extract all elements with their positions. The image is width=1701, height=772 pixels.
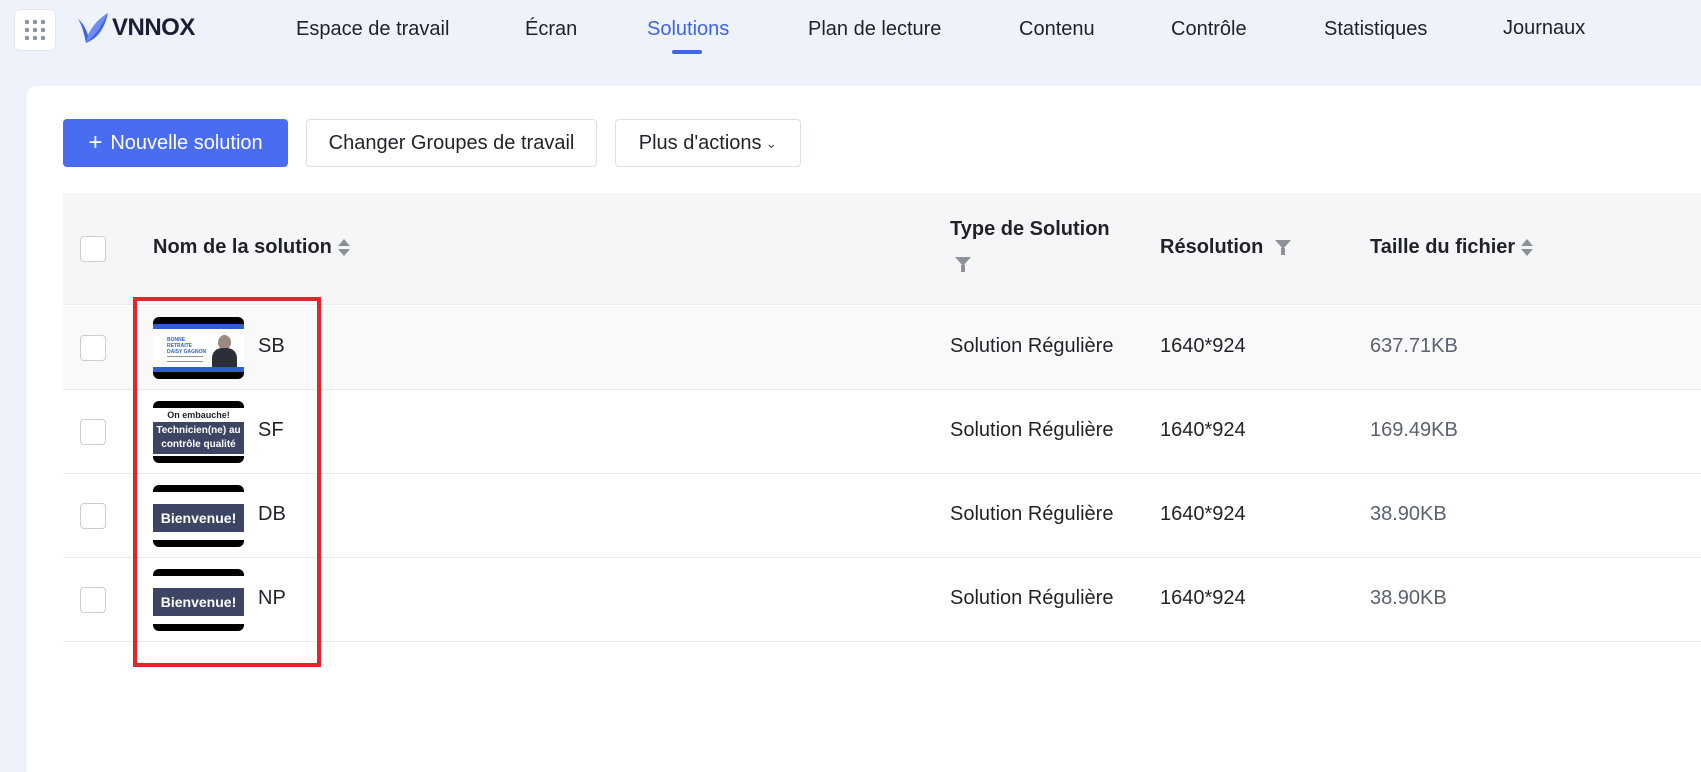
solution-resolution: 1640*924 (1160, 335, 1246, 357)
nav-solutions[interactable]: Solutions (647, 18, 729, 41)
solution-type: Solution Régulière (950, 587, 1114, 609)
column-header-name[interactable]: Nom de la solution (153, 236, 350, 259)
logo-text: VNNOX (112, 14, 195, 41)
chevron-down-icon: ⌄ (765, 134, 778, 151)
sort-icon[interactable] (337, 238, 350, 258)
nav-workspace[interactable]: Espace de travail (296, 18, 449, 41)
thumbnail-text: Bienvenue! (153, 504, 244, 532)
plus-icon: + (88, 129, 103, 156)
logo[interactable]: VNNOX (76, 10, 195, 46)
filter-icon[interactable] (1274, 239, 1291, 256)
person-photo-icon (211, 333, 237, 367)
solution-resolution: 1640*924 (1160, 587, 1246, 609)
solution-file-size: 38.90KB (1370, 587, 1447, 609)
solution-file-size: 637.71KB (1370, 335, 1458, 357)
solution-file-size: 38.90KB (1370, 503, 1447, 525)
solution-name[interactable]: DB (258, 503, 286, 526)
thumbnail-text: BONNE RETRAITE DAISY GAGNON (167, 337, 207, 355)
nav-content[interactable]: Contenu (1019, 18, 1095, 41)
table-row[interactable]: BONNE RETRAITE DAISY GAGNON SB Solution … (63, 306, 1701, 390)
nav-logs[interactable]: Journaux (1503, 17, 1585, 40)
solution-name[interactable]: SB (258, 335, 285, 358)
thumbnail-text: Technicien(ne) au contrôle qualité (153, 422, 244, 454)
table-header: Nom de la solution Type de Solution Réso… (63, 193, 1701, 305)
row-checkbox[interactable] (80, 503, 106, 529)
nav-statistics[interactable]: Statistiques (1324, 18, 1427, 41)
change-workgroup-button[interactable]: Changer Groupes de travail (306, 119, 597, 167)
solution-name[interactable]: SF (258, 419, 284, 442)
select-all-checkbox[interactable] (80, 236, 106, 262)
solution-file-size: 169.49KB (1370, 419, 1458, 441)
solution-resolution: 1640*924 (1160, 503, 1246, 525)
nav-control[interactable]: Contrôle (1171, 18, 1247, 41)
solutions-panel: + Nouvelle solution Changer Groupes de t… (27, 86, 1701, 772)
solution-thumbnail[interactable]: BONNE RETRAITE DAISY GAGNON (153, 317, 244, 379)
column-header-type: Type de Solution (950, 218, 1110, 276)
column-header-resolution: Résolution (1160, 236, 1291, 259)
solution-type: Solution Régulière (950, 503, 1114, 525)
vnnox-logo-icon (78, 13, 108, 43)
solution-type: Solution Régulière (950, 335, 1114, 357)
new-solution-button[interactable]: + Nouvelle solution (63, 119, 288, 167)
solution-thumbnail[interactable]: Bienvenue! (153, 485, 244, 547)
column-type-label: Type de Solution (950, 218, 1110, 240)
more-actions-label: Plus d'actions (638, 131, 762, 154)
row-checkbox[interactable] (80, 335, 106, 361)
row-checkbox[interactable] (80, 587, 106, 613)
solution-name[interactable]: NP (258, 587, 286, 610)
more-actions-dropdown[interactable]: Plus d'actions ⌄ (615, 119, 801, 167)
nav-active-indicator (672, 50, 702, 54)
solution-resolution: 1640*924 (1160, 419, 1246, 441)
column-resolution-label: Résolution (1160, 236, 1264, 258)
solution-thumbnail[interactable]: On embauche! Technicien(ne) au contrôle … (153, 401, 244, 463)
table-row[interactable]: On embauche! Technicien(ne) au contrôle … (63, 390, 1701, 474)
table-row[interactable]: Bienvenue! NP Solution Régulière 1640*92… (63, 558, 1701, 642)
solution-thumbnail[interactable]: Bienvenue! (153, 569, 244, 631)
column-name-label: Nom de la solution (153, 236, 332, 258)
thumbnail-heading: On embauche! (167, 410, 230, 420)
table-row[interactable]: Bienvenue! DB Solution Régulière 1640*92… (63, 474, 1701, 558)
nav-playback-plan[interactable]: Plan de lecture (808, 18, 941, 41)
thumbnail-text: Bienvenue! (153, 588, 244, 616)
filter-icon[interactable] (955, 256, 971, 273)
solution-type: Solution Régulière (950, 419, 1114, 441)
top-navigation-bar: VNNOX Espace de travail Écran Solutions … (0, 0, 1701, 62)
row-checkbox[interactable] (80, 419, 106, 445)
sort-icon[interactable] (1521, 238, 1534, 258)
column-header-file-size[interactable]: Taille du fichier (1370, 236, 1534, 259)
app-launcher-icon[interactable] (14, 9, 56, 51)
new-solution-label: Nouvelle solution (110, 131, 263, 154)
nav-screen[interactable]: Écran (525, 18, 577, 41)
column-file-size-label: Taille du fichier (1370, 236, 1516, 258)
